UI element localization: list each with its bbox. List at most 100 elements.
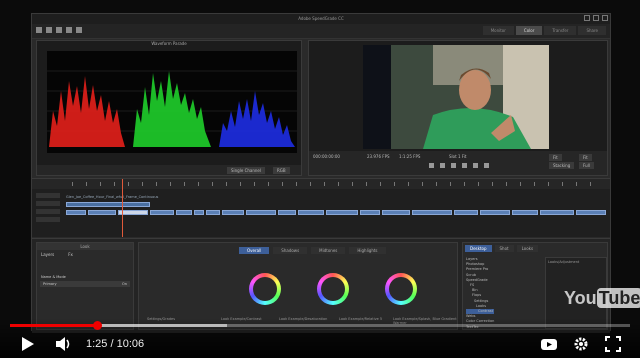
waveform-scope: Waveform Parade Single Channel RGB (36, 40, 302, 176)
minimize-icon[interactable] (584, 15, 590, 21)
fit-button-a[interactable]: Fit (549, 154, 562, 161)
color-wheel-gamma[interactable] (317, 273, 349, 305)
scope-title: Waveform Parade (151, 41, 187, 46)
color-wheel-offset[interactable] (249, 273, 281, 305)
stacking-button[interactable]: Stacking (549, 162, 575, 169)
clip[interactable] (206, 210, 220, 215)
scope-footer: Single Channel RGB (37, 165, 301, 175)
clip[interactable] (454, 210, 478, 215)
clip[interactable] (222, 210, 244, 215)
color-panel: Overall Shadows Midtones Highlights Sett… (138, 242, 458, 330)
player-controls: 1:25 / 10:06 (0, 318, 640, 358)
tab-monitor[interactable]: Monitor (482, 26, 514, 35)
layers-header: Look (37, 243, 133, 250)
time-display: 1:25 / 10:06 (86, 338, 145, 350)
speedgrade-window: Adobe SpeedGrade CC Monitor Color Transf… (31, 13, 611, 333)
clip[interactable] (326, 210, 358, 215)
progress-bar[interactable] (10, 321, 630, 330)
tab-highlights[interactable]: Highlights (349, 247, 386, 254)
green-channel (133, 71, 211, 147)
gear-icon[interactable] (572, 335, 590, 353)
scope-channel-dropdown[interactable]: RGB (273, 167, 290, 174)
play-icon[interactable] (451, 163, 456, 168)
playhead[interactable] (122, 179, 123, 237)
tab-share[interactable]: Share (578, 26, 606, 35)
preview-frame (363, 45, 549, 149)
rgb-parade (47, 51, 297, 153)
grid-icon[interactable] (46, 27, 52, 33)
loop-icon[interactable] (484, 163, 489, 168)
video-viewer: 000:00:00:00 23.976 FPS 1:1:25 FPS Slot … (308, 40, 608, 176)
film-icon[interactable] (56, 27, 62, 33)
parade-graph (47, 70, 297, 147)
tab-transfer[interactable]: Transfer (544, 26, 577, 35)
layer-checkbox[interactable]: On (122, 282, 127, 286)
layers-panel: Look Layers Fx Name & Mode Primary On (36, 242, 134, 330)
wrench-icon[interactable] (76, 27, 82, 33)
frame-readout: Slot 1 Fit (449, 154, 467, 159)
clip[interactable] (66, 210, 86, 215)
scope-mode-dropdown[interactable]: Single Channel (227, 167, 265, 174)
clip[interactable] (66, 202, 150, 207)
skip-back-icon[interactable] (429, 163, 434, 168)
tab-looks[interactable]: Looks (516, 245, 539, 252)
tab-midtones[interactable]: Midtones (311, 247, 346, 254)
volume-icon[interactable] (54, 335, 72, 353)
clip[interactable] (576, 210, 606, 215)
close-icon[interactable] (602, 15, 608, 21)
maximize-icon[interactable] (593, 15, 599, 21)
tab-shadows[interactable]: Shadows (273, 247, 308, 254)
track-label (36, 209, 60, 214)
progress-fill (10, 324, 97, 327)
clip[interactable] (194, 210, 204, 215)
fps-readout: 23.976 FPS (367, 154, 390, 159)
tab-overall[interactable]: Overall (239, 247, 270, 254)
skip-forward-icon[interactable] (473, 163, 478, 168)
tab-desktop[interactable]: Desktop (465, 245, 492, 252)
clip[interactable] (88, 210, 116, 215)
primary-layer[interactable]: Primary On (40, 281, 130, 287)
timeline[interactable]: Glen_Joe_Coffee_Hour_Final_wfull_Frame_C… (32, 178, 610, 237)
clip[interactable] (540, 210, 574, 215)
color-wheel-gain[interactable] (385, 273, 417, 305)
full-button[interactable]: Full (579, 162, 594, 169)
timeline-ruler[interactable] (32, 179, 610, 189)
clip[interactable] (360, 210, 380, 215)
mode-tabs: Monitor Color Transfer Share (482, 26, 606, 35)
track-label (36, 193, 60, 198)
clip[interactable] (382, 210, 410, 215)
tab-color[interactable]: Color (515, 26, 543, 35)
clip[interactable] (150, 210, 174, 215)
clip[interactable] (176, 210, 192, 215)
color-tabs: Overall Shadows Midtones Highlights (239, 247, 386, 254)
file-browser: Desktop Shot Looks Layers Photoshop Prem… (462, 242, 608, 330)
youtube-icon[interactable] (540, 335, 558, 353)
scrub-handle[interactable] (92, 321, 102, 330)
red-channel (49, 76, 125, 147)
clip[interactable] (480, 210, 510, 215)
clip[interactable] (512, 210, 538, 215)
fx-tab[interactable]: Fx (68, 252, 73, 257)
youtube-logo: You Tube (564, 288, 640, 309)
timecode-mid: 1:1:25 FPS (399, 154, 421, 159)
play-icon[interactable] (18, 335, 36, 353)
track-label (36, 217, 60, 222)
toolbar: Monitor Color Transfer Share (32, 24, 610, 39)
clip[interactable] (412, 210, 452, 215)
looks-box-label: Looks/Adjustment (548, 260, 580, 264)
track-label (36, 201, 60, 206)
step-forward-icon[interactable] (462, 163, 467, 168)
clip[interactable] (278, 210, 296, 215)
video-player[interactable]: Adobe SpeedGrade CC Monitor Color Transf… (0, 0, 640, 358)
list-icon[interactable] (66, 27, 72, 33)
clip[interactable] (298, 210, 324, 215)
window-controls (584, 15, 608, 21)
step-back-icon[interactable] (440, 163, 445, 168)
layers-tab[interactable]: Layers (41, 252, 54, 257)
folder-icon[interactable] (36, 27, 42, 33)
clip[interactable] (246, 210, 276, 215)
tool-icons (36, 27, 82, 33)
fullscreen-icon[interactable] (604, 335, 622, 353)
tab-shot[interactable]: Shot (494, 245, 514, 252)
fit-button-b[interactable]: Fit (579, 154, 592, 161)
